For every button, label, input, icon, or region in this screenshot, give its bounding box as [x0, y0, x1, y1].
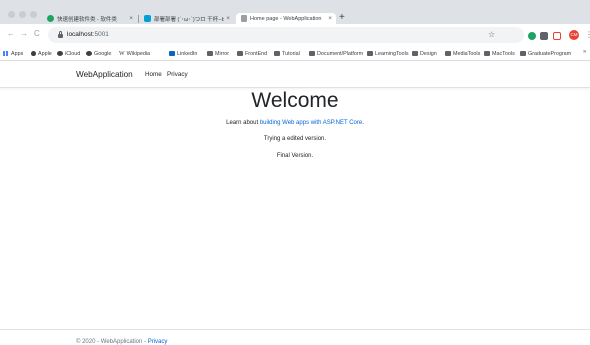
- folder-icon: [484, 51, 490, 56]
- final-version-text: Final Version.: [276, 153, 314, 159]
- close-icon[interactable]: ×: [226, 15, 230, 22]
- nav-home-link[interactable]: Home: [145, 71, 162, 79]
- browser-tab-1[interactable]: 快速创建软件类 - 软件类 ×: [42, 13, 137, 24]
- extension-icon[interactable]: [528, 32, 536, 40]
- reload-icon[interactable]: C: [34, 29, 40, 39]
- bookmark-icloud[interactable]: iCloud: [57, 49, 80, 58]
- extension-icon[interactable]: [540, 32, 548, 40]
- folder-icon: [445, 51, 451, 56]
- window-close-icon[interactable]: [8, 11, 15, 18]
- browser-tab-active[interactable]: Home page - WebApplication ×: [236, 13, 336, 24]
- bookmark-frontend[interactable]: FrontEnd: [237, 49, 267, 58]
- footer-privacy-link[interactable]: Privacy: [148, 339, 168, 345]
- folder-icon: [274, 51, 280, 56]
- tab-strip: 快速创建软件类 - 软件类 × 部署部署 (´･ω･`)つロ 干杯--bil ×…: [0, 0, 590, 24]
- bookmarks-bar: Apps Apple iCloud Google W Wikipedia Lin…: [0, 46, 590, 61]
- web-page: WebApplication Home Privacy Welcome Lear…: [0, 62, 590, 345]
- folder-icon: [309, 51, 315, 56]
- bookmark-mactools[interactable]: MacTools: [484, 49, 515, 58]
- globe-icon: [86, 51, 92, 56]
- lock-icon: [58, 31, 63, 38]
- window-minimize-icon[interactable]: [19, 11, 26, 18]
- bookmark-apps[interactable]: Apps: [3, 49, 23, 58]
- site-navbar: WebApplication Home Privacy: [0, 62, 590, 88]
- bookmark-apple[interactable]: Apple: [31, 49, 52, 58]
- site-footer: © 2020 - WebApplication - Privacy: [0, 329, 590, 345]
- bookmark-tutorial[interactable]: Tutorial: [274, 49, 300, 58]
- forward-icon[interactable]: →: [20, 29, 28, 39]
- new-tab-button[interactable]: +: [339, 12, 345, 24]
- close-icon[interactable]: ×: [328, 15, 332, 22]
- linkedin-icon: [169, 51, 175, 56]
- extension-icon[interactable]: [553, 32, 561, 40]
- profile-avatar[interactable]: CM: [569, 30, 579, 40]
- bookmark-mirror[interactable]: Mirror: [207, 49, 229, 58]
- folder-icon: [207, 51, 213, 56]
- learn-paragraph: Learn about building Web apps with ASP.N…: [226, 120, 364, 126]
- url-text: localhost:5001: [67, 31, 109, 38]
- aspnet-docs-link[interactable]: building Web apps with ASP.NET Core: [260, 120, 362, 126]
- page-title: Welcome: [251, 89, 339, 112]
- folder-icon: [367, 51, 373, 56]
- nav-privacy-link[interactable]: Privacy: [167, 71, 188, 79]
- apps-grid-icon: [3, 51, 9, 56]
- browser-menu-icon[interactable]: ⋮: [585, 30, 590, 40]
- bookmark-wikipedia[interactable]: W Wikipedia: [119, 49, 150, 58]
- edited-version-text: Trying a edited version.: [263, 136, 327, 142]
- globe-icon: [57, 51, 63, 56]
- site-brand-link[interactable]: WebApplication: [76, 70, 133, 80]
- footer-copyright: © 2020 - WebApplication - Privacy: [76, 339, 168, 345]
- tab-favicon-icon: [47, 15, 54, 22]
- bookmark-design[interactable]: Design: [412, 49, 437, 58]
- tab-title: Home page - WebApplication: [250, 15, 322, 22]
- apple-logo-icon: [31, 51, 36, 56]
- browser-toolbar: ← → C localhost:5001 ☆ CM ⋮: [0, 24, 590, 46]
- bookmark-google[interactable]: Google: [86, 49, 111, 58]
- bookmark-mediatools[interactable]: MediaTools: [445, 49, 480, 58]
- bookmark-linkedin[interactable]: LinkedIn: [169, 49, 197, 58]
- folder-icon: [412, 51, 418, 56]
- page-icon: [241, 15, 247, 22]
- folder-icon: [520, 51, 526, 56]
- bookmark-star-icon[interactable]: ☆: [488, 30, 495, 40]
- back-icon[interactable]: ←: [7, 29, 15, 39]
- close-icon[interactable]: ×: [129, 15, 133, 22]
- browser-tab-2[interactable]: 部署部署 (´･ω･`)つロ 干杯--bil ×: [139, 13, 234, 24]
- tab-favicon-icon: [144, 15, 151, 22]
- bookmarks-overflow-icon[interactable]: »: [583, 49, 586, 55]
- window-zoom-icon[interactable]: [30, 11, 37, 18]
- tab-title: 快速创建软件类 - 软件类: [57, 16, 117, 23]
- bookmark-graduateprogram[interactable]: GraduateProgram: [520, 49, 571, 58]
- bookmark-learningtools[interactable]: LearningTools: [367, 49, 409, 58]
- bookmark-document-platform[interactable]: Document/Platform: [309, 49, 363, 58]
- folder-icon: [237, 51, 243, 56]
- tab-title: 部署部署 (´･ω･`)つロ 干杯--bil: [154, 16, 225, 23]
- address-bar[interactable]: localhost:5001: [48, 27, 524, 43]
- wikipedia-icon: W: [119, 51, 125, 57]
